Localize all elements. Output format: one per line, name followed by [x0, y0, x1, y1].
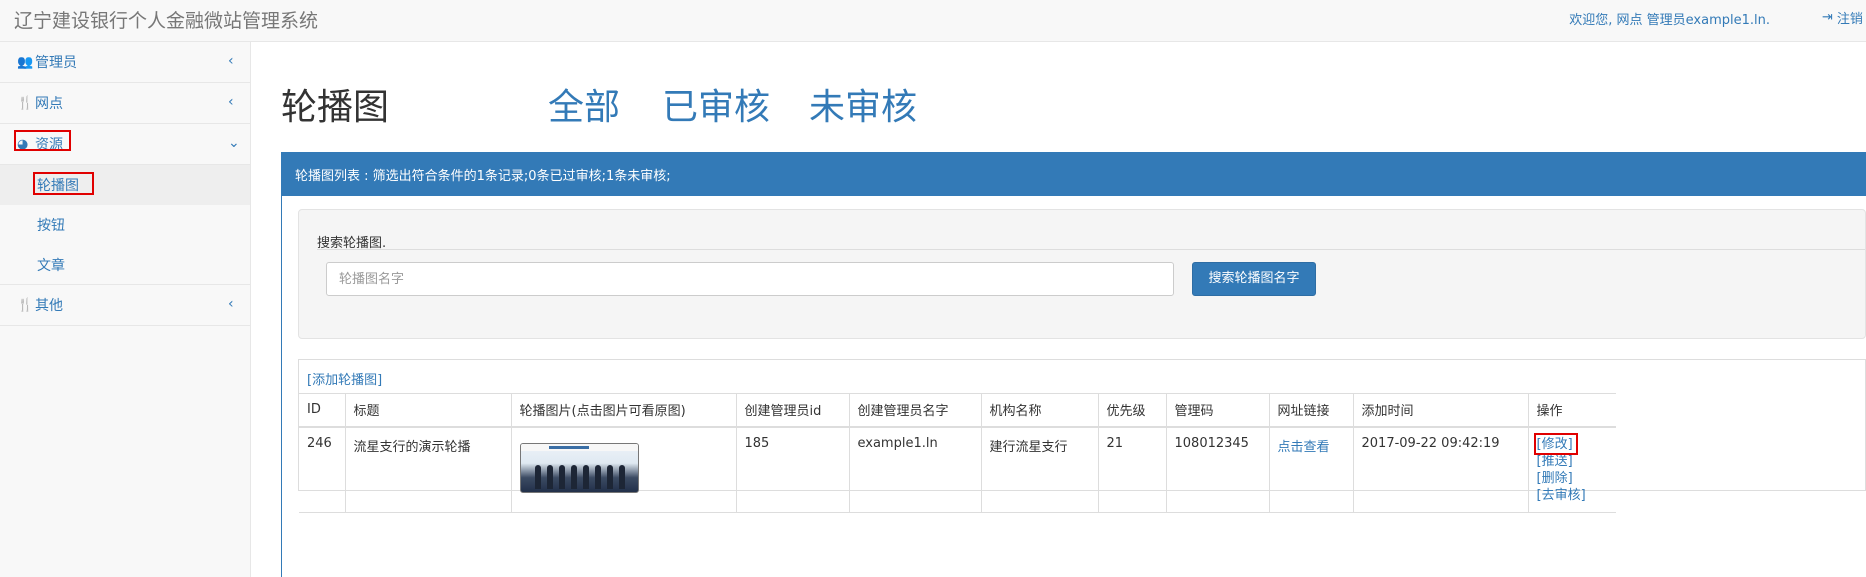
chevron-left-icon: ‹	[228, 94, 234, 110]
panel-heading: 轮播图列表 : 筛选出符合条件的1条记录;0条已过审核;1条未审核;	[281, 152, 1866, 196]
push-link[interactable]: [推送]	[1537, 453, 1609, 470]
app-brand[interactable]: 辽宁建设银行个人金融微站管理系统	[14, 6, 318, 33]
cell-admin-id: 185	[736, 426, 850, 513]
sidebar-item-branches[interactable]: 🍴 网点 ‹	[0, 83, 250, 124]
filter-all-link[interactable]: 全部	[548, 78, 620, 130]
column-header[interactable]: 网址链接	[1269, 393, 1354, 428]
sidebar-item-other[interactable]: 🍴 其他 ‹	[0, 285, 250, 326]
sidebar-subitem-carousel[interactable]: 轮播图	[0, 165, 250, 205]
sidebar-item-resources[interactable]: ◕ 资源 ⌄	[0, 124, 250, 165]
cell-admin-name: example1.ln	[849, 426, 982, 513]
review-link[interactable]: [去审核]	[1537, 487, 1609, 504]
sidebar-item-label: 管理员	[35, 55, 77, 71]
column-header[interactable]: 管理码	[1166, 393, 1270, 428]
highlight-box	[1533, 432, 1578, 455]
cell-priority: 21	[1098, 426, 1167, 513]
sidebar-subitem-buttons[interactable]: 按钮	[0, 205, 250, 245]
users-icon: 👥	[17, 54, 34, 70]
welcome-text[interactable]: 欢迎您, 网点 管理员example1.ln.	[1569, 9, 1770, 28]
cell-actions: [修改] [推送] [删除] [去审核]	[1528, 426, 1616, 513]
sidebar: 👥 管理员 ‹ 🍴 网点 ‹ ◕ 资源 ⌄ 轮播图 按钮 文章 🍴 其他 ‹	[0, 42, 251, 577]
chevron-left-icon: ‹	[228, 296, 234, 312]
chevron-down-icon: ⌄	[228, 135, 240, 151]
add-carousel-link[interactable]: [添加轮播图]	[307, 369, 382, 388]
carousel-thumbnail[interactable]	[519, 442, 639, 493]
cell-id: 246	[299, 426, 346, 513]
main-content: 轮播图 全部 已审核 未审核 轮播图列表 : 筛选出符合条件的1条记录;0条已过…	[251, 42, 1866, 577]
column-header[interactable]: 优先级	[1098, 393, 1167, 428]
column-header[interactable]: 轮播图片(点击图片可看原图)	[511, 393, 737, 428]
cutlery-icon: 🍴	[17, 95, 34, 111]
column-header[interactable]: 机构名称	[981, 393, 1099, 428]
divider	[317, 249, 1865, 250]
sidebar-item-admins[interactable]: 👥 管理员 ‹	[0, 42, 250, 83]
table-header-row: ID 标题 轮播图片(点击图片可看原图) 创建管理员id 创建管理员名字 机构名…	[299, 393, 1616, 428]
sidebar-item-label: 其他	[35, 298, 63, 314]
sidebar-subitem-articles[interactable]: 文章	[0, 245, 250, 285]
chevron-left-icon: ‹	[228, 53, 234, 69]
search-input[interactable]	[326, 262, 1174, 296]
sidebar-item-label: 网点	[35, 96, 63, 112]
column-header[interactable]: 添加时间	[1353, 393, 1529, 428]
highlight-box	[14, 130, 71, 151]
sidebar-subitem-label: 文章	[37, 257, 65, 274]
highlight-box	[33, 172, 94, 195]
table-row: 246 流星支行的演示轮播 185 example1.ln 建行流星支行 21 …	[299, 426, 1616, 513]
carousel-table-box: [添加轮播图] ID 标题 轮播图片(点击图片可看原图) 创建管理员id 创建管…	[298, 359, 1866, 513]
delete-link[interactable]: [删除]	[1537, 470, 1609, 487]
cutlery-icon: 🍴	[17, 297, 34, 313]
column-header[interactable]: 创建管理员名字	[849, 393, 982, 428]
page-title: 轮播图	[281, 87, 390, 128]
search-button[interactable]: 搜索轮播图名字	[1192, 262, 1316, 296]
column-header[interactable]: 标题	[345, 393, 512, 428]
cell-org: 建行流星支行	[981, 426, 1099, 513]
column-header[interactable]: 操作	[1528, 393, 1616, 428]
search-well: 搜索轮播图. 搜索轮播图名字	[298, 209, 1866, 339]
logout-link[interactable]: ⇥ 注销	[1822, 8, 1863, 27]
top-navbar: 辽宁建设银行个人金融微站管理系统 欢迎您, 网点 管理员example1.ln.…	[0, 0, 1866, 42]
view-link[interactable]: 点击查看	[1269, 426, 1354, 513]
column-header[interactable]: 创建管理员id	[736, 393, 850, 428]
sidebar-subitem-label: 按钮	[37, 218, 65, 234]
cell-title: 流星支行的演示轮播	[345, 426, 512, 513]
panel-border	[281, 196, 282, 577]
logout-icon: ⇥	[1822, 10, 1833, 25]
cell-code: 108012345	[1166, 426, 1270, 513]
logout-label: 注销	[1836, 12, 1863, 27]
cell-time: 2017-09-22 09:42:19	[1353, 426, 1529, 513]
column-header[interactable]: ID	[299, 393, 346, 428]
filter-approved-link[interactable]: 已审核	[662, 78, 770, 130]
carousel-table: ID 标题 轮播图片(点击图片可看原图) 创建管理员id 创建管理员名字 机构名…	[299, 393, 1616, 513]
cell-image	[511, 426, 737, 513]
filter-unapproved-link[interactable]: 未审核	[809, 78, 917, 130]
